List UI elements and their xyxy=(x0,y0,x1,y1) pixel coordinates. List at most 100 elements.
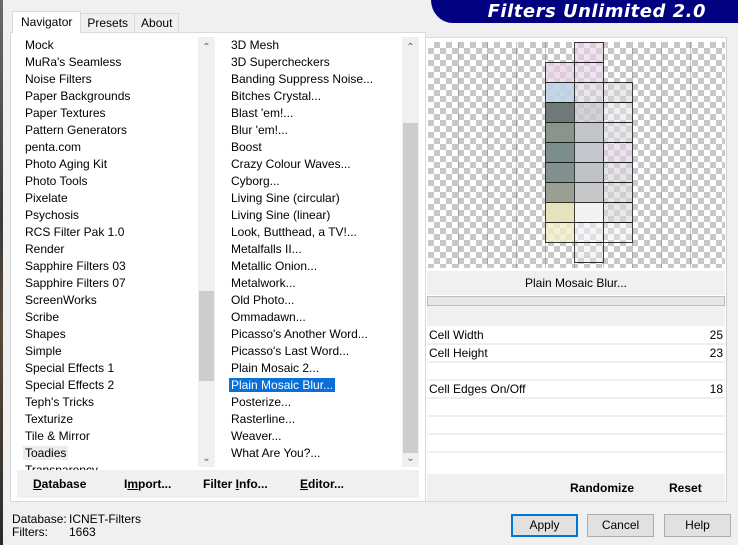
categories-item-label: Psychosis xyxy=(25,208,80,222)
filters-item[interactable]: Banding Suppress Noise... xyxy=(223,71,402,88)
categories-item[interactable]: Toadies xyxy=(16,445,199,462)
categories-item[interactable]: Special Effects 2 xyxy=(16,377,199,394)
parameter-row[interactable]: Cell Height 23 xyxy=(427,345,725,363)
filters-item-label: Living Sine (circular) xyxy=(231,191,340,205)
categories-item[interactable]: Psychosis xyxy=(16,207,199,224)
filters-item[interactable]: Boost xyxy=(223,139,402,156)
filters-item-label: Look, Butthead, a TV!... xyxy=(231,225,357,239)
categories-item[interactable]: Simple xyxy=(16,343,199,360)
filters-item[interactable]: 3D Supercheckers xyxy=(223,54,402,71)
categories-item-label: Special Effects 1 xyxy=(25,361,115,375)
filters-item[interactable]: 3D Mesh xyxy=(223,37,402,54)
categories-item[interactable]: RCS Filter Pak 1.0 xyxy=(16,224,199,241)
preview-grid-line xyxy=(661,42,662,268)
editor-button[interactable]: Editor... xyxy=(300,477,344,491)
categories-item[interactable]: Shapes xyxy=(16,326,199,343)
filters-item[interactable]: Crazy Colour Waves... xyxy=(223,156,402,173)
scroll-up-icon[interactable]: ⌃ xyxy=(198,39,215,56)
category-scrollbar[interactable]: ⌃ ⌄ xyxy=(198,37,215,467)
categories-item[interactable]: Noise Filters xyxy=(16,71,199,88)
categories-item[interactable]: Special Effects 1 xyxy=(16,360,199,377)
filters-item[interactable]: Weaver... xyxy=(223,428,402,445)
categories-item-label: Texturize xyxy=(25,412,74,426)
categories-item[interactable]: Mock xyxy=(16,37,199,54)
categories-item[interactable]: Sapphire Filters 03 xyxy=(16,258,199,275)
filter-scroll-thumb[interactable] xyxy=(403,123,418,453)
scroll-down-icon[interactable]: ⌄ xyxy=(198,450,215,467)
apply-button[interactable]: Apply xyxy=(511,514,578,537)
filters-item-label: Old Photo... xyxy=(231,293,295,307)
help-button[interactable]: Help xyxy=(664,514,731,537)
categories-item[interactable]: MuRa's Seamless xyxy=(16,54,199,71)
parameter-row[interactable]: Cell Width 25 xyxy=(427,327,725,345)
reset-button[interactable]: Reset xyxy=(669,481,702,495)
categories-item-label: Photo Aging Kit xyxy=(25,157,108,171)
filters-item[interactable]: Ommadawn... xyxy=(223,309,402,326)
categories-item[interactable]: Sapphire Filters 07 xyxy=(16,275,199,292)
filters-item[interactable]: Old Photo... xyxy=(223,292,402,309)
import-button[interactable]: Import... xyxy=(124,477,171,491)
categories-item[interactable]: Teph's Tricks xyxy=(16,394,199,411)
scroll-up-icon[interactable]: ⌃ xyxy=(402,39,419,56)
filters-item[interactable]: Posterize... xyxy=(223,394,402,411)
filters-item[interactable]: Look, Butthead, a TV!... xyxy=(223,224,402,241)
categories-item[interactable]: ScreenWorks xyxy=(16,292,199,309)
filters-item[interactable]: Plain Mosaic 2... xyxy=(223,360,402,377)
filters-item[interactable]: Blur 'em!... xyxy=(223,122,402,139)
preview-mosaic-cell xyxy=(545,142,575,163)
categories-item-label: Mock xyxy=(25,38,54,52)
parameter-row[interactable]: Cell Edges On/Off 18 xyxy=(427,381,725,399)
filters-item-label: Metalwork... xyxy=(231,276,296,290)
filter-info-button[interactable]: Filter Info... xyxy=(203,477,268,491)
categories-item[interactable]: Paper Backgrounds xyxy=(16,88,199,105)
category-list[interactable]: Mock MuRa's Seamless Noise Filters Paper Ba… xyxy=(16,37,216,501)
categories-item[interactable]: Paper Textures xyxy=(16,105,199,122)
filters-item-label: Bitches Crystal... xyxy=(231,89,322,103)
filters-item-label: Plain Mosaic 2... xyxy=(231,361,320,375)
categories-item[interactable]: Photo Tools xyxy=(16,173,199,190)
categories-item[interactable]: penta.com xyxy=(16,139,199,156)
filters-item[interactable]: Metalwork... xyxy=(223,275,402,292)
preview-mosaic-cell xyxy=(545,222,575,243)
category-scroll-thumb[interactable] xyxy=(199,291,214,381)
filters-item[interactable]: Picasso's Another Word... xyxy=(223,326,402,343)
filter-scrollbar[interactable]: ⌃ ⌄ xyxy=(402,37,419,467)
cancel-button[interactable]: Cancel xyxy=(587,514,654,537)
randomize-button[interactable]: Randomize xyxy=(570,481,634,495)
preview-mosaic-cell xyxy=(603,202,633,223)
preview-image[interactable] xyxy=(428,42,725,268)
filters-item[interactable]: Living Sine (linear) xyxy=(223,207,402,224)
filters-item[interactable]: Plain Mosaic Blur... xyxy=(223,377,402,394)
categories-item[interactable]: Photo Aging Kit xyxy=(16,156,199,173)
tab-about[interactable]: About xyxy=(134,13,180,33)
categories-item[interactable]: Render xyxy=(16,241,199,258)
categories-item[interactable]: Tile & Mirror xyxy=(16,428,199,445)
filters-item-label: What Are You?... xyxy=(231,446,321,460)
preview-mosaic-cell xyxy=(574,242,604,263)
filters-item[interactable]: Blast 'em!... xyxy=(223,105,402,122)
preview-mosaic-cell xyxy=(603,82,633,103)
scroll-down-icon[interactable]: ⌄ xyxy=(402,450,419,467)
categories-item-label: Special Effects 2 xyxy=(25,378,115,392)
filter-list[interactable]: 3D Mesh 3D Supercheckers Banding Suppress … xyxy=(223,37,419,501)
categories-item-label: Paper Textures xyxy=(25,106,106,120)
tab-presets[interactable]: Presets xyxy=(80,13,136,33)
database-button[interactable]: Database xyxy=(33,477,86,491)
tab-navigator[interactable]: Navigator xyxy=(12,11,82,33)
filters-item[interactable]: Rasterline... xyxy=(223,411,402,428)
filters-item[interactable]: Bitches Crystal... xyxy=(223,88,402,105)
filters-item[interactable]: Picasso's Last Word... xyxy=(223,343,402,360)
categories-item[interactable]: Pixelate xyxy=(16,190,199,207)
filters-item[interactable]: Cyborg... xyxy=(223,173,402,190)
filters-item[interactable]: Living Sine (circular) xyxy=(223,190,402,207)
categories-item-label: Teph's Tricks xyxy=(25,395,94,409)
preview-grid-line xyxy=(545,42,546,268)
categories-item-label: penta.com xyxy=(25,140,82,154)
categories-item[interactable]: Scribe xyxy=(16,309,199,326)
filters-item[interactable]: Metallic Onion... xyxy=(223,258,402,275)
categories-item[interactable]: Texturize xyxy=(16,411,199,428)
import-accel: m xyxy=(127,477,139,491)
categories-item[interactable]: Pattern Generators xyxy=(16,122,199,139)
filters-item[interactable]: What Are You?... xyxy=(223,445,402,462)
filters-item[interactable]: Metalfalls II... xyxy=(223,241,402,258)
